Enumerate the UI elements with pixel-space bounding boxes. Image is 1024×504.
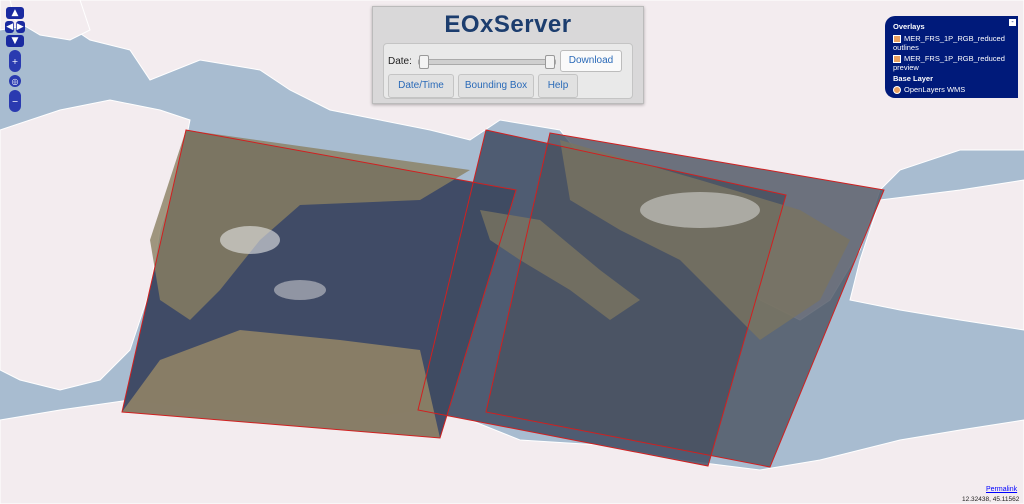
pan-left-icon[interactable]: ◀ — [5, 21, 15, 33]
zoom-out-icon[interactable]: − — [9, 90, 21, 112]
overlay-label: MER_FRS_1P_RGB_reduced preview — [893, 54, 1005, 73]
date-label: Date: — [388, 56, 412, 67]
app-title: EOxServer — [444, 11, 572, 38]
control-panel: EOxServer Date: Download Date/Time Bound… — [372, 6, 644, 104]
pan-right-icon[interactable]: ▶ — [15, 21, 25, 33]
date-slider[interactable] — [418, 55, 556, 69]
tab-date-time[interactable]: Date/Time — [388, 74, 454, 98]
satellite-scenes — [122, 130, 884, 467]
tab-bar: Date/Time Bounding Box Help — [386, 74, 630, 98]
overlay-label: MER_FRS_1P_RGB_reduced outlines — [893, 34, 1005, 53]
date-slider-end-handle[interactable] — [545, 55, 555, 69]
permalink-link[interactable]: Permalink — [986, 486, 1017, 493]
pan-down-icon[interactable]: ▼ — [6, 35, 24, 47]
tab-help[interactable]: Help — [538, 74, 578, 98]
tab-bounding-box[interactable]: Bounding Box — [458, 74, 534, 98]
zoom-in-icon[interactable]: + — [9, 50, 21, 72]
zoom-world-icon[interactable]: ◎ — [9, 75, 21, 87]
overlay-item[interactable]: MER_FRS_1P_RGB_reduced outlines — [893, 34, 1013, 52]
minimize-icon[interactable]: - — [1009, 19, 1016, 26]
mouse-coordinates: 12.32438, 45.11562 — [962, 496, 1020, 503]
checkbox-icon[interactable] — [893, 55, 901, 64]
pan-zoom-control: ▲ ◀ ▶ ▼ + ◎ − — [5, 6, 25, 115]
overlay-item[interactable]: MER_FRS_1P_RGB_reduced preview — [893, 54, 1013, 72]
base-layer-heading: Base Layer — [893, 74, 934, 83]
radio-icon[interactable] — [893, 86, 901, 95]
layer-switcher: - Overlays MER_FRS_1P_RGB_reduced outlin… — [885, 16, 1018, 98]
base-layer-item[interactable]: OpenLayers WMS — [893, 85, 1013, 95]
pan-up-icon[interactable]: ▲ — [6, 7, 24, 19]
date-slider-start-handle[interactable] — [419, 55, 429, 69]
download-button[interactable]: Download — [560, 50, 622, 72]
overlays-heading: Overlays — [893, 22, 925, 31]
control-inner: Date: Download Date/Time Bounding Box He… — [383, 43, 633, 99]
base-layer-label: OpenLayers WMS — [904, 85, 966, 94]
checkbox-icon[interactable] — [893, 35, 901, 44]
